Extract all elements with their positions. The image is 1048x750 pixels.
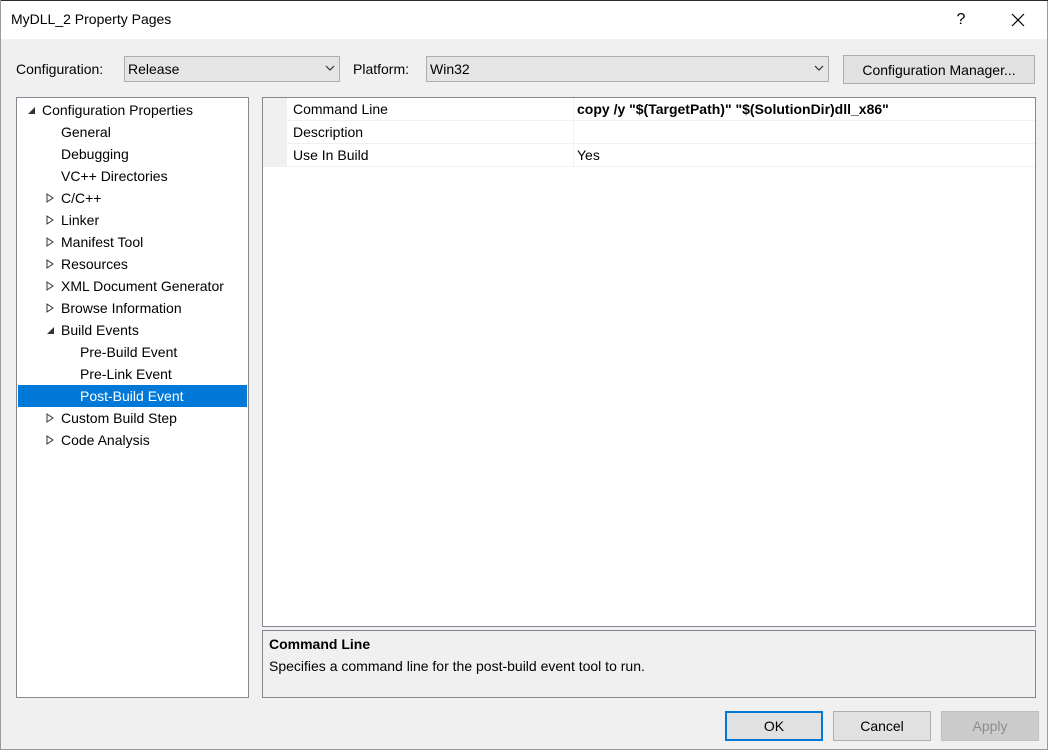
property-value[interactable]: Yes [577,144,600,166]
chevron-down-icon [814,65,824,71]
description-text: Specifies a command line for the post-bu… [269,658,645,674]
close-button[interactable] [995,2,1041,38]
window-title: MyDLL_2 Property Pages [11,11,172,27]
tree-item-label: VC++ Directories [61,168,168,184]
tree-item-custom-build-step[interactable]: Custom Build Step [17,407,248,429]
tree-item-label: Pre-Build Event [80,344,178,360]
property-tree[interactable]: Configuration Properties General Debuggi… [16,97,249,698]
row-gutter [263,98,287,120]
tree-item-xml-document-generator[interactable]: XML Document Generator [17,275,248,297]
tree-item-label: Linker [61,212,100,228]
tree-item-label: General [61,124,111,140]
platform-label: Platform: [353,61,410,77]
configuration-dropdown[interactable]: Release [124,56,340,82]
collapsed-triangle-icon[interactable] [44,429,56,451]
tree-item-build-events[interactable]: Build Events [17,319,248,341]
tree-item-label: Code Analysis [61,432,150,448]
tree-item-cpp[interactable]: C/C++ [17,187,248,209]
property-pages-dialog: MyDLL_2 Property Pages ? Configuration: … [0,0,1048,750]
tree-item-pre-link-event[interactable]: Pre-Link Event [17,363,248,385]
collapsed-triangle-icon[interactable] [44,275,56,297]
collapsed-triangle-icon[interactable] [44,407,56,429]
column-divider[interactable] [573,144,574,166]
tree-item-browse-information[interactable]: Browse Information [17,297,248,319]
tree-item-label: Debugging [61,146,129,162]
column-divider[interactable] [573,121,574,143]
platform-value: Win32 [430,61,470,77]
property-row-command-line[interactable]: Command Line copy /y "$(TargetPath)" "$(… [263,98,1035,121]
tree-item-label: Resources [61,256,128,272]
expanded-triangle-icon[interactable] [25,99,37,121]
configuration-manager-button[interactable]: Configuration Manager... [843,55,1035,84]
tree-item-label: C/C++ [61,190,102,206]
help-button[interactable]: ? [939,2,983,38]
tree-item-label: Browse Information [61,300,182,316]
column-divider[interactable] [573,98,574,120]
expanded-triangle-icon[interactable] [44,319,56,341]
tree-root-configuration-properties[interactable]: Configuration Properties [17,99,248,121]
tree-item-code-analysis[interactable]: Code Analysis [17,429,248,451]
configuration-label: Configuration: [16,61,104,77]
title-bar[interactable]: MyDLL_2 Property Pages ? [1,1,1047,39]
collapsed-triangle-icon[interactable] [44,187,56,209]
tree-item-label: Custom Build Step [61,410,177,426]
tree-item-linker[interactable]: Linker [17,209,248,231]
chevron-down-icon [325,65,335,71]
tree-item-label: Manifest Tool [61,234,144,250]
row-gutter [263,144,287,166]
tree-item-vc-directories[interactable]: VC++ Directories [17,165,248,187]
description-title: Command Line [269,636,371,652]
tree-item-resources[interactable]: Resources [17,253,248,275]
tree-item-manifest-tool[interactable]: Manifest Tool [17,231,248,253]
tree-root-label: Configuration Properties [42,102,193,118]
description-panel: Command Line Specifies a command line fo… [262,630,1036,698]
collapsed-triangle-icon[interactable] [44,253,56,275]
tree-item-label: XML Document Generator [61,278,224,294]
property-name: Use In Build [293,147,369,163]
property-row-use-in-build[interactable]: Use In Build Yes [263,144,1035,167]
ok-button[interactable]: OK [725,711,823,741]
property-name: Description [293,124,364,140]
collapsed-triangle-icon[interactable] [44,231,56,253]
collapsed-triangle-icon[interactable] [44,297,56,319]
apply-button[interactable]: Apply [941,711,1039,741]
tree-item-post-build-event[interactable]: Post-Build Event [18,385,247,407]
tree-item-pre-build-event[interactable]: Pre-Build Event [17,341,248,363]
configuration-value: Release [128,61,180,77]
tree-item-debugging[interactable]: Debugging [17,143,248,165]
row-gutter [263,121,287,143]
collapsed-triangle-icon[interactable] [44,209,56,231]
property-grid[interactable]: Command Line copy /y "$(TargetPath)" "$(… [262,97,1036,627]
property-name: Command Line [293,101,388,117]
close-icon [1011,13,1025,27]
tree-item-label: Post-Build Event [80,388,184,404]
tree-item-label: Build Events [61,322,139,338]
tree-item-label: Pre-Link Event [80,366,172,382]
platform-dropdown[interactable]: Win32 [426,56,829,82]
property-row-description[interactable]: Description [263,121,1035,144]
cancel-button[interactable]: Cancel [833,711,931,741]
property-value[interactable]: copy /y "$(TargetPath)" "$(SolutionDir)d… [577,98,889,120]
tree-item-general[interactable]: General [17,121,248,143]
